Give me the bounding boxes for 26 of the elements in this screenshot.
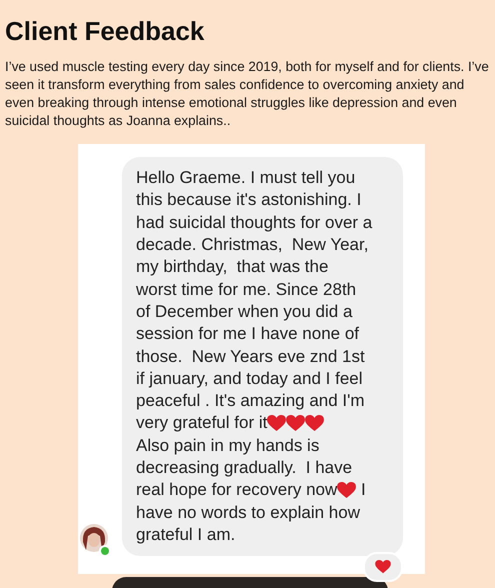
message-line: decreasing gradually. I have xyxy=(136,458,352,478)
message-line: grateful I am. xyxy=(136,524,236,545)
heart-icon xyxy=(337,482,356,499)
message-line: I xyxy=(360,480,366,500)
heart-icon xyxy=(286,414,306,432)
avatar xyxy=(80,524,108,552)
message-line: worst time for me. Since 28th xyxy=(136,280,356,300)
message-line: if january, and today and I feel xyxy=(136,368,363,389)
message-line: peaceful . It's amazing and I'm xyxy=(136,391,365,412)
message-line: session for me I have none of xyxy=(136,324,360,344)
message-line: Hello Graeme. I must tell you xyxy=(136,168,356,188)
message-line: real hope for recovery now xyxy=(136,480,338,500)
heart-icon xyxy=(305,414,324,432)
heart-icon xyxy=(267,414,286,432)
message-line: decade. Christmas, New Year, xyxy=(136,235,368,256)
message-line: of December when you did a xyxy=(136,302,352,322)
message-line: have no words to explain how xyxy=(136,502,360,523)
message-line: very grateful for it xyxy=(136,413,268,434)
message-line: those. New Years eve znd 1st xyxy=(136,346,365,367)
page-heading: Client Feedback xyxy=(5,15,206,48)
message-line: Also pain in my hands is xyxy=(136,436,320,456)
intro-paragraph: I’ve used muscle testing every day since 2019, both for myself and for clients. I’ve seen it transform everything from sales confidence to overcoming anxiety and even breaking through intense emotional struggles like depression and even suicidal thoughts as Joanna explains.. xyxy=(5,58,490,130)
message-line: my birthday, that was the xyxy=(136,257,328,278)
message-line: had suicidal thoughts for over a xyxy=(136,212,372,233)
heart-icon xyxy=(375,560,391,574)
message-line: this because it's astonishing. I xyxy=(136,190,362,210)
